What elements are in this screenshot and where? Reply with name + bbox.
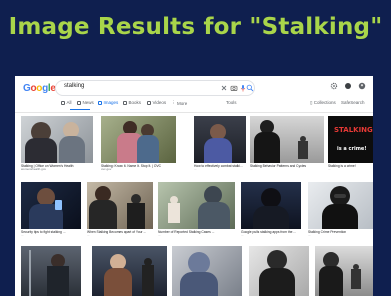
news-icon (77, 100, 81, 105)
result-image-2[interactable] (101, 116, 176, 163)
result-image-5[interactable]: STALKING is a crime! (328, 116, 373, 163)
overlay-title: STALKING (334, 126, 373, 134)
settings-gear-icon[interactable] (329, 81, 339, 91)
collections-link[interactable]: ▯ Collections (310, 100, 336, 106)
tab-label: Images (103, 100, 119, 105)
tab-all[interactable]: All (61, 100, 72, 105)
book-icon (123, 100, 127, 105)
collections-label: Collections (313, 100, 336, 105)
browser-window: Google stalking All News Images Books Vi… (15, 76, 373, 296)
image-icon (98, 100, 102, 105)
result-source: ... (250, 168, 253, 171)
result-image-11[interactable] (21, 246, 81, 296)
overlay-subtitle: is a crime! (337, 146, 367, 152)
result-image-4[interactable] (250, 116, 324, 163)
tab-videos[interactable]: Videos (147, 100, 166, 105)
tab-label: More (177, 100, 188, 106)
result-image-3[interactable] (194, 116, 246, 163)
apps-grid-icon[interactable] (343, 81, 353, 91)
result-source: ... (21, 234, 24, 237)
account-avatar[interactable] (357, 81, 367, 91)
search-icon[interactable] (245, 83, 255, 93)
header-divider (15, 112, 373, 113)
result-source: ... (308, 234, 311, 237)
result-source: womenshealth.gov (21, 168, 47, 171)
video-icon (147, 100, 151, 105)
more-dots-icon: ⋮ (171, 100, 176, 105)
result-image-9[interactable] (241, 182, 301, 229)
result-image-7[interactable] (87, 182, 153, 229)
tab-books[interactable]: Books (123, 100, 141, 105)
tab-label: All (66, 100, 72, 105)
search-input[interactable]: stalking (64, 83, 84, 89)
google-logo-text: Google (23, 83, 56, 94)
result-image-12[interactable] (92, 246, 167, 296)
result-source: ... (87, 234, 90, 237)
result-source: ... (241, 234, 244, 237)
result-image-10[interactable] (308, 182, 373, 229)
tools-link[interactable]: Tools (226, 100, 237, 105)
tab-more[interactable]: ⋮ More (171, 100, 187, 106)
search-icon (61, 100, 65, 105)
result-source: ... (194, 168, 197, 171)
tab-label: Books (128, 100, 142, 105)
result-source: ... (158, 234, 161, 237)
tab-label: Videos (152, 100, 167, 105)
result-image-1[interactable] (21, 116, 93, 163)
active-tab-indicator (70, 109, 90, 111)
google-logo-letter: G (23, 83, 31, 94)
result-image-6[interactable] (21, 182, 81, 229)
result-image-15[interactable] (315, 246, 373, 296)
close-icon[interactable] (219, 83, 229, 93)
tab-label: News (82, 100, 94, 105)
safesearch-link[interactable]: SafeSearch (341, 100, 365, 105)
result-source: ... (328, 168, 331, 171)
slide-title: Image Results for "Stalking" (8, 14, 383, 40)
result-image-13[interactable] (172, 246, 242, 296)
result-image-14[interactable] (249, 246, 309, 296)
tab-images[interactable]: Images (98, 100, 118, 105)
result-image-8[interactable] (158, 182, 235, 229)
result-source: ovc.gov (101, 168, 112, 171)
tab-news[interactable]: News (77, 100, 94, 105)
search-box[interactable]: stalking (55, 80, 255, 96)
google-logo[interactable]: Google (23, 83, 56, 94)
